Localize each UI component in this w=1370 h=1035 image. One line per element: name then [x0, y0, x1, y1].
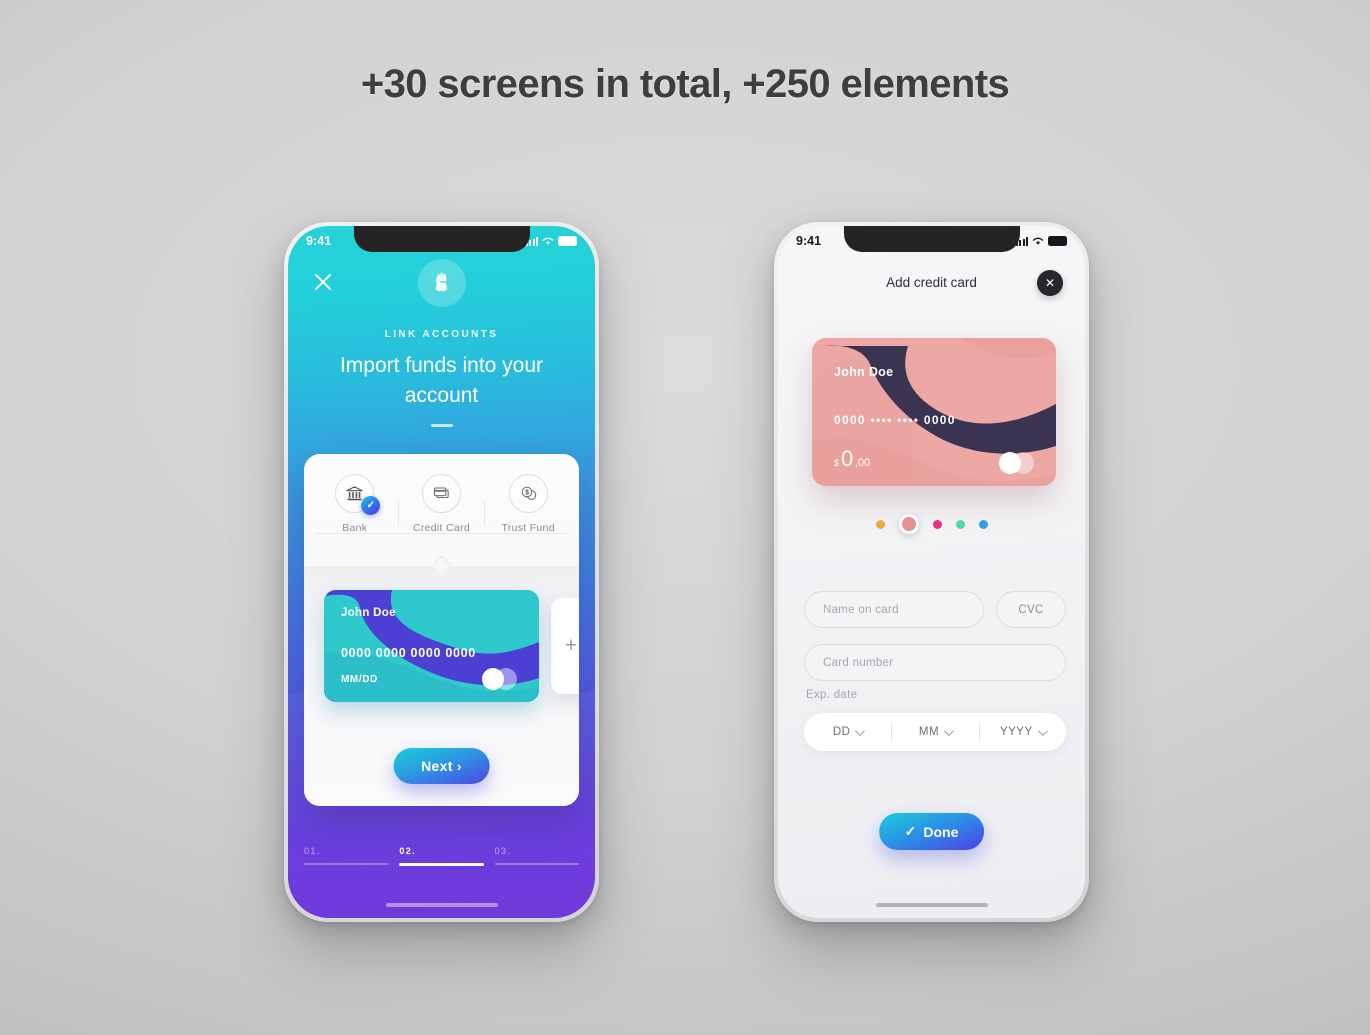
- battery-icon: [1048, 236, 1067, 246]
- step-bar: [399, 862, 484, 866]
- wifi-icon: [1032, 237, 1044, 245]
- screen-add-credit-card: 9:41 Add credit card ✕ John Doe 0000 •••…: [778, 226, 1085, 918]
- device-notch: [353, 226, 530, 252]
- phone-mockup-left: 9:41 LINK ACCOUNTS Import funds into you…: [284, 222, 599, 922]
- check-icon: ✓: [904, 823, 917, 839]
- year-select[interactable]: YYYY: [978, 724, 1066, 740]
- done-button[interactable]: ✓ Done: [878, 813, 985, 850]
- step-number: 03.: [494, 845, 512, 856]
- content-sheet: ✓ Bank Credit Card Trust Fund + John Doe…: [304, 454, 579, 806]
- done-label: Done: [923, 823, 959, 840]
- check-icon: ✓: [361, 496, 381, 515]
- status-time: 9:41: [306, 234, 332, 248]
- close-icon[interactable]: [312, 270, 334, 292]
- day-value: DD: [832, 726, 851, 738]
- step-03[interactable]: 03.: [494, 845, 579, 866]
- add-card-button[interactable]: +: [551, 598, 579, 694]
- chevron-down-icon: [855, 725, 866, 736]
- cvc-input[interactable]: CVC: [996, 591, 1066, 628]
- month-value: MM: [918, 726, 940, 738]
- close-glyph: ✕: [1044, 276, 1056, 290]
- step-bar: [494, 862, 579, 866]
- wifi-icon: [542, 237, 554, 245]
- home-indicator[interactable]: [875, 902, 988, 907]
- method-label: Trust Fund: [501, 522, 555, 534]
- color-dot-pink-selected[interactable]: [898, 514, 919, 534]
- card-number-input[interactable]: Card number: [804, 644, 1066, 681]
- preview-card-pink[interactable]: John Doe 0000 •••• •••• 0000 $ 0 ,00: [812, 338, 1056, 486]
- month-select[interactable]: MM: [891, 724, 978, 740]
- brand-logo-icon: [417, 259, 466, 307]
- step-02[interactable]: 02.: [399, 845, 484, 866]
- status-time: 9:41: [796, 234, 822, 248]
- method-label: Bank: [342, 522, 368, 534]
- step-number: 02.: [399, 845, 417, 856]
- balance-amount: 0: [841, 446, 853, 471]
- color-dot-green[interactable]: [955, 519, 965, 529]
- name-on-card-input[interactable]: Name on card: [804, 591, 984, 628]
- battery-icon: [558, 236, 577, 246]
- chevron-down-icon: [1037, 725, 1048, 736]
- card-number: 0000 •••• •••• 0000: [834, 413, 956, 427]
- title-underline: [430, 424, 453, 427]
- mastercard-circles-icon: [482, 668, 524, 690]
- method-option-bank[interactable]: ✓ Bank: [312, 474, 397, 534]
- card-expiry: MM/DD: [341, 674, 378, 685]
- home-indicator[interactable]: [385, 902, 498, 907]
- chevron-down-icon: [944, 725, 954, 736]
- card-holder-name: John Doe: [341, 607, 396, 619]
- year-value: YYYY: [999, 726, 1033, 738]
- card-number: 0000 0000 0000 0000: [341, 646, 476, 660]
- plus-icon: +: [564, 634, 578, 657]
- chevron-right-icon: ›: [456, 758, 462, 774]
- card-holder-name: John Doe: [834, 365, 894, 379]
- screen-link-accounts: 9:41 LINK ACCOUNTS Import funds into you…: [288, 226, 595, 918]
- card-color-selector: [778, 514, 1085, 534]
- exp-date-row: DD MM YYYY: [804, 713, 1066, 751]
- coins-icon: [508, 474, 548, 513]
- next-button[interactable]: Next ›: [393, 748, 490, 784]
- device-notch: [843, 226, 1020, 252]
- saved-card-teal[interactable]: John Doe 0000 0000 0000 0000 MM/DD: [324, 590, 539, 702]
- color-dot-blue[interactable]: [978, 519, 988, 529]
- bank-icon: ✓: [335, 474, 381, 515]
- credit-card-icon: [421, 474, 461, 513]
- method-label: Credit Card: [412, 522, 470, 534]
- balance-decimals: ,00: [854, 457, 871, 469]
- next-label: Next: [421, 758, 453, 774]
- page-title: Import funds into your account: [339, 354, 544, 407]
- card-carousel-area: + John Doe 0000 0000 0000 0000 MM/DD Nex…: [304, 566, 579, 806]
- color-dot-orange[interactable]: [875, 519, 885, 529]
- exp-date-label: Exp. date: [806, 689, 858, 701]
- eyebrow-label: LINK ACCOUNTS: [384, 329, 499, 340]
- method-option-trust-fund[interactable]: Trust Fund: [485, 474, 570, 534]
- method-option-credit-card[interactable]: Credit Card: [399, 474, 484, 534]
- phone-mockup-right: 9:41 Add credit card ✕ John Doe 0000 •••…: [774, 222, 1089, 922]
- card-balance: $ 0 ,00: [834, 446, 870, 472]
- step-number: 01.: [304, 845, 321, 856]
- step-bar: [304, 862, 389, 866]
- day-select[interactable]: DD: [804, 725, 891, 738]
- currency-symbol: $: [834, 458, 840, 468]
- close-icon[interactable]: ✕: [1037, 270, 1063, 296]
- step-01[interactable]: 01.: [304, 845, 389, 866]
- funding-method-tabs: ✓ Bank Credit Card Trust Fund: [304, 454, 579, 534]
- step-indicator: 01. 02. 03.: [304, 846, 579, 866]
- color-dot-magenta[interactable]: [932, 519, 942, 529]
- mastercard-circles-icon: [999, 452, 1041, 474]
- page-headline: +30 screens in total, +250 elements: [360, 62, 1010, 106]
